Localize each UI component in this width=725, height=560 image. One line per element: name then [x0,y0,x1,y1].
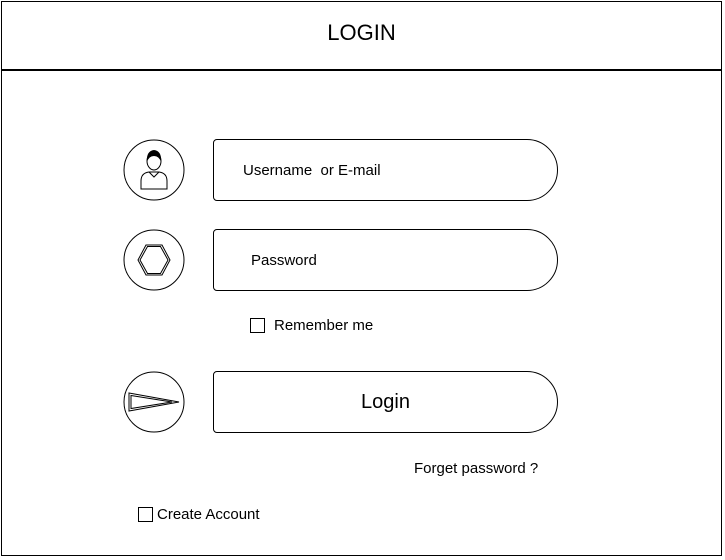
login-button-label: Login [361,390,410,413]
create-account-checkbox[interactable] [138,507,153,522]
remember-me-checkbox[interactable] [250,318,265,333]
arrow-right-icon [123,371,185,433]
create-account-option[interactable]: Create Account [138,506,260,523]
password-field-container [213,229,558,291]
page-title: LOGIN [327,20,396,45]
header-bar: LOGIN [1,1,722,71]
forgot-password-link[interactable]: Forget password ? [414,460,538,477]
remember-me-option[interactable]: Remember me [250,317,373,334]
login-button[interactable]: Login [213,371,558,433]
user-icon [123,139,185,201]
create-account-label: Create Account [157,506,260,523]
password-input[interactable] [214,230,557,290]
remember-me-label: Remember me [274,317,374,334]
hexagon-lock-icon [123,229,185,291]
username-input[interactable] [214,140,557,200]
username-field-container [213,139,558,201]
